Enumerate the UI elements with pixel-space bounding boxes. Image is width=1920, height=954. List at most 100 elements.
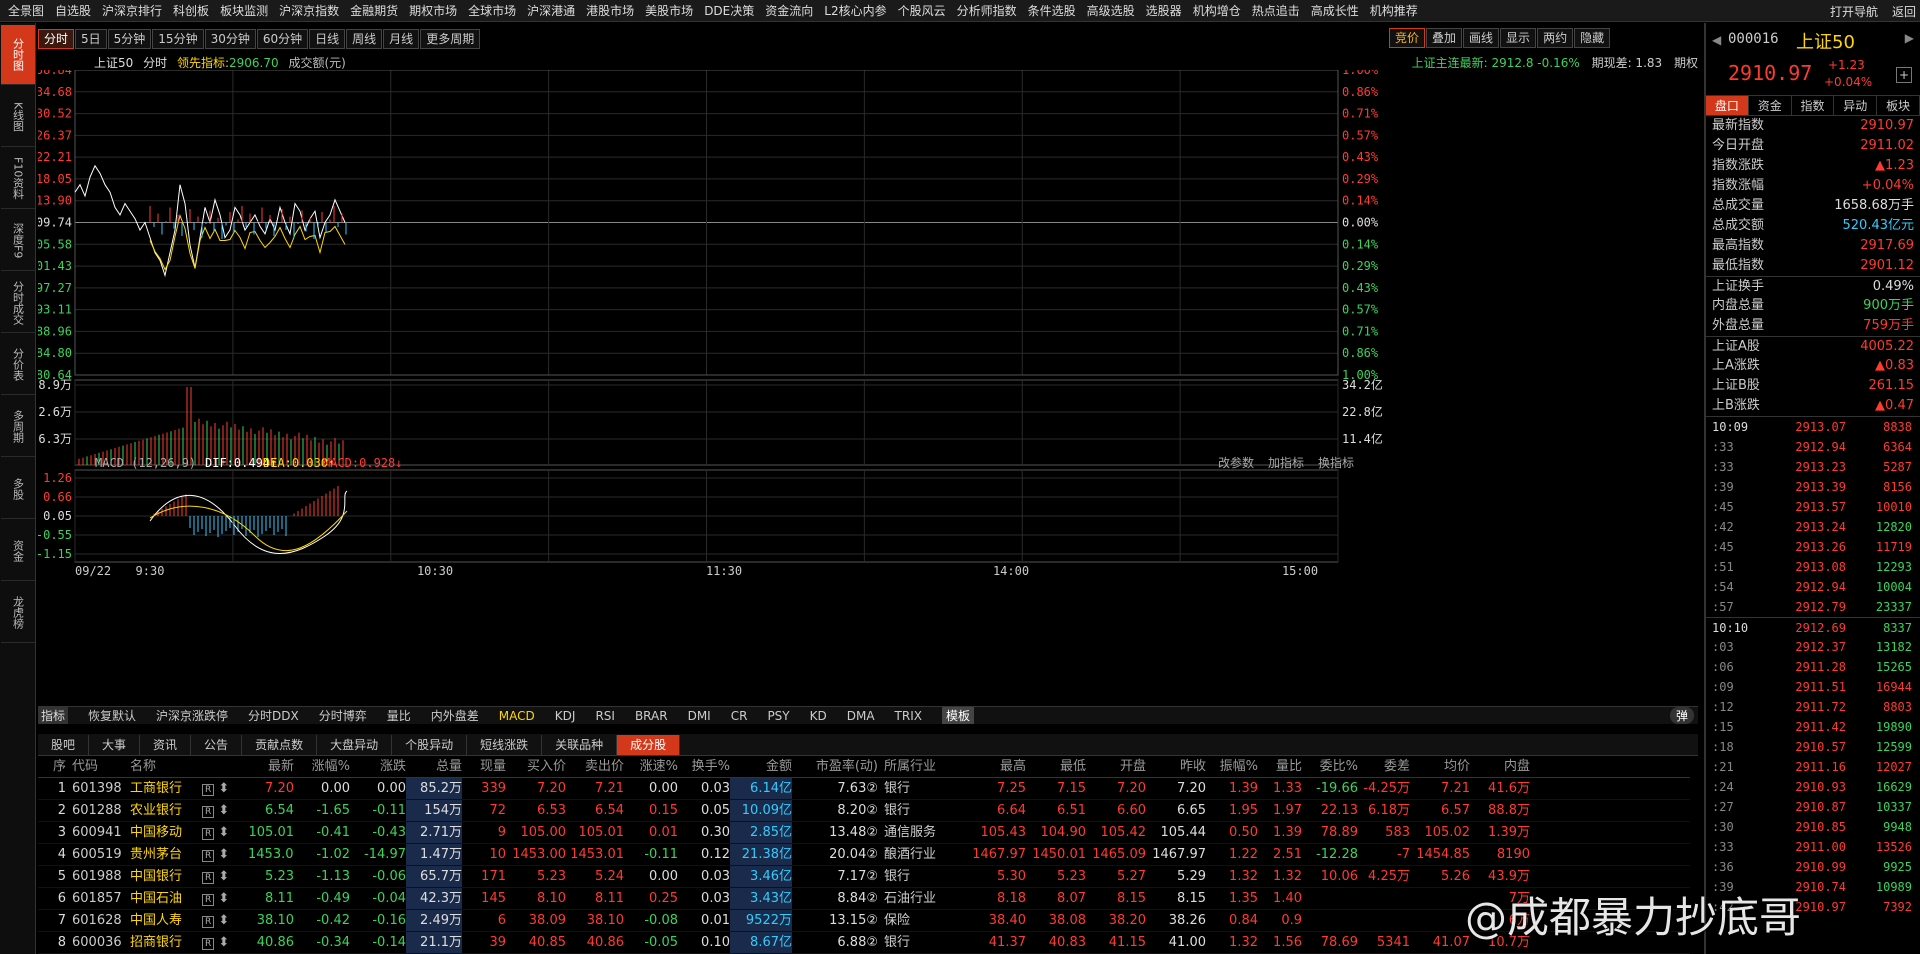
add-watchlist-icon[interactable]: + [1896,67,1912,83]
indicator-7[interactable]: MACD [499,709,535,723]
indicator-2[interactable]: 沪深京涨跌停 [156,707,228,724]
indicator-1[interactable]: 恢复默认 [88,707,136,724]
menu-item-22[interactable]: 高成长性 [1311,2,1359,19]
menu-item-6[interactable]: 金融期货 [350,2,398,19]
tool-btn-5[interactable]: 隐藏 [1574,28,1611,48]
menu-item-5[interactable]: 沪深京指数 [279,2,339,19]
menu-item-10[interactable]: 港股市场 [586,2,634,19]
menu-item-19[interactable]: 选股器 [1146,2,1182,19]
bottom-tab-1[interactable]: 大事 [89,735,141,755]
col-header-6[interactable]: 涨跌 [350,756,406,777]
bottom-tab-6[interactable]: 个股异动 [392,735,468,755]
side-tab-8[interactable]: 资金 [1,521,35,581]
col-header-16[interactable]: 最高 [966,756,1026,777]
side-tab-2[interactable]: F10资料 [1,149,35,209]
table-row[interactable]: 5 601988 中国银行 R ⬍ 5.23 -1.13 -0.06 65.7万 171 5.23… [38,866,1690,888]
table-row[interactable]: 2 601288 农业银行 R ⬍ 6.54 -1.65 -0.11 154万 72 6.53 6.… [38,800,1690,822]
tool-btn-4[interactable]: 两约 [1537,28,1574,48]
col-header-15[interactable]: 所属行业 [878,756,966,777]
bottom-tab-9[interactable]: 成分股 [617,735,681,755]
period-btn-5[interactable]: 60分钟 [256,29,309,49]
col-header-18[interactable]: 开盘 [1086,756,1146,777]
bottom-tab-7[interactable]: 短线涨跌 [467,735,543,755]
back-arrow-icon[interactable]: ◀ [1712,33,1721,47]
col-header-0[interactable]: 序 [38,756,66,777]
period-btn-2[interactable]: 5分钟 [107,29,152,49]
menu-item-12[interactable]: DDE决策 [704,2,754,19]
menu-right-item-0[interactable]: 打开导航 [1830,3,1878,20]
period-btn-8[interactable]: 月线 [383,29,420,49]
option-link[interactable]: 期权 [1674,56,1698,70]
period-btn-9[interactable]: 更多周期 [420,29,481,49]
macd-btn-0[interactable]: 改参数 [1218,455,1254,470]
menu-item-4[interactable]: 板块监测 [220,2,268,19]
side-tab-4[interactable]: 分时成交 [1,273,35,333]
menu-item-14[interactable]: L2核心内参 [824,2,886,19]
menu-item-8[interactable]: 全球市场 [468,2,516,19]
table-row[interactable]: 7 601628 中国人寿 R ⬍ 38.10 -0.42 -0.16 2.49万 6 38.09… [38,910,1690,932]
menu-item-13[interactable]: 资金流向 [765,2,813,19]
menu-item-1[interactable]: 自选股 [55,2,91,19]
menu-right-item-1[interactable]: 返回 [1892,3,1916,20]
tool-btn-2[interactable]: 画线 [1463,28,1500,48]
menu-item-18[interactable]: 高级选股 [1087,2,1135,19]
menu-item-21[interactable]: 热点追击 [1252,2,1300,19]
bottom-tab-2[interactable]: 资讯 [140,735,192,755]
col-header-17[interactable]: 最低 [1026,756,1086,777]
menu-item-9[interactable]: 沪深港通 [527,2,575,19]
indicator-3[interactable]: 分时DDX [248,707,299,724]
bottom-tab-8[interactable]: 关联品种 [542,735,618,755]
indicator-5[interactable]: 量比 [387,707,411,724]
period-btn-4[interactable]: 30分钟 [204,29,256,49]
quote-tab-2[interactable]: 指数 [1792,96,1835,115]
col-header-11[interactable]: 涨速% [624,756,678,777]
table-row[interactable]: 6 601857 中国石油 R ⬍ 8.11 -0.49 -0.04 42.3万 145 8.10… [38,888,1690,910]
indicator-12[interactable]: CR [731,709,748,723]
col-header-3[interactable] [198,756,248,777]
menu-item-2[interactable]: 沪深京排行 [102,2,162,19]
table-row[interactable]: 1 601398 工商银行 R ⬍ 7.20 0.00 0.00 85.2万 339 7.20 7.… [38,778,1690,800]
menu-item-11[interactable]: 美股市场 [645,2,693,19]
col-header-9[interactable]: 买入价 [506,756,566,777]
indicator-8[interactable]: KDJ [555,709,576,723]
period-btn-6[interactable]: 日线 [309,29,346,49]
tool-btn-0[interactable]: 竞价 [1389,28,1426,48]
col-header-4[interactable]: 最新 [248,756,294,777]
menu-item-0[interactable]: 全景图 [8,2,44,19]
col-header-20[interactable]: 振幅% [1206,756,1258,777]
indicator-15[interactable]: DMA [847,709,875,723]
col-header-21[interactable]: 量比 [1258,756,1302,777]
tool-btn-1[interactable]: 叠加 [1426,28,1463,48]
intraday-chart[interactable]: 2938.84 1.00% 2934.68 0.86% 2930.52 0.71% 2926… [38,70,1698,710]
table-row[interactable]: 8 600036 招商银行 R ⬍ 40.86 -0.34 -0.14 21.1万 39 40.8… [38,932,1690,954]
menu-item-7[interactable]: 期权市场 [409,2,457,19]
chart-svg[interactable]: 2938.84 1.00% 2934.68 0.86% 2930.52 0.71% 2926… [38,70,1698,710]
forward-arrow-icon[interactable]: ▶ [1905,31,1914,45]
col-header-19[interactable]: 昨收 [1146,756,1206,777]
indicator-0[interactable]: 指标 [38,707,69,724]
popup-toggle[interactable]: 弹 [1669,707,1694,724]
indicator-4[interactable]: 分时博弈 [319,707,367,724]
indicator-9[interactable]: RSI [595,709,615,723]
period-btn-7[interactable]: 周线 [346,29,383,49]
table-row[interactable]: 4600519贵州茅台R ⬍1453.00-1.02-14.971.47万101… [38,844,1690,866]
col-header-8[interactable]: 现量 [462,756,506,777]
indicator-17[interactable]: 模板 [941,707,974,724]
side-tab-0[interactable]: 分时图 [1,25,35,85]
indicator-13[interactable]: PSY [767,709,789,723]
side-tab-1[interactable]: K线图 [1,87,35,147]
menu-item-20[interactable]: 机构增仓 [1193,2,1241,19]
indicator-16[interactable]: TRIX [895,709,922,723]
col-header-24[interactable]: 均价 [1410,756,1470,777]
period-btn-3[interactable]: 15分钟 [152,29,204,49]
col-header-1[interactable]: 代码 [66,756,126,777]
menu-item-15[interactable]: 个股风云 [898,2,946,19]
indicator-14[interactable]: KD [810,709,827,723]
col-header-10[interactable]: 卖出价 [566,756,624,777]
table-row[interactable]: 3 600941 中国移动 R ⬍ 105.01 -0.41 -0.43 2.71万 9 105.… [38,822,1690,844]
macd-btn-2[interactable]: 换指标 [1318,455,1354,470]
menu-item-23[interactable]: 机构推荐 [1370,2,1418,19]
quote-tab-0[interactable]: 盘口 [1706,96,1749,115]
tool-btn-3[interactable]: 显示 [1500,28,1537,48]
quote-tab-1[interactable]: 资金 [1749,96,1792,115]
